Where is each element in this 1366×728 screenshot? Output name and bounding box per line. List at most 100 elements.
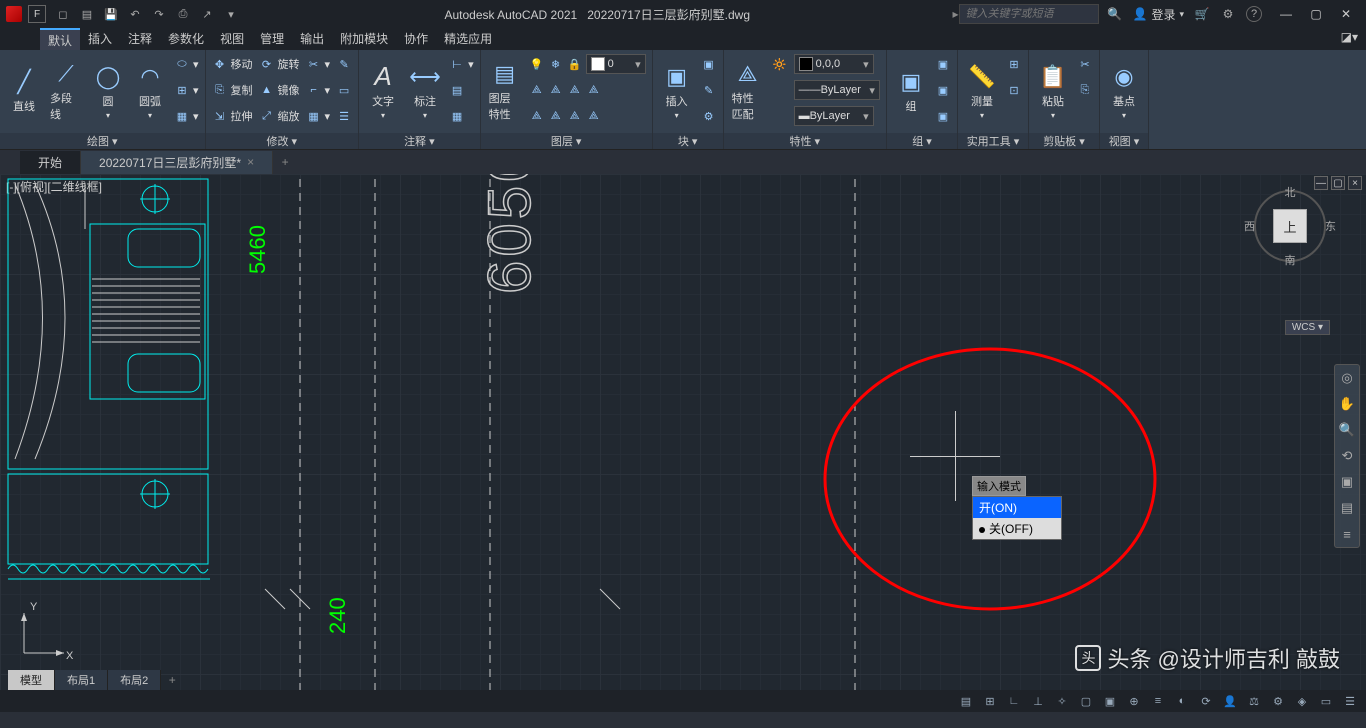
measure-button[interactable]: 📏测量▾ bbox=[962, 52, 1002, 130]
annot-misc[interactable]: ▦ bbox=[447, 104, 476, 128]
draw-misc[interactable]: ⬭▾ bbox=[172, 52, 201, 76]
close-button[interactable]: ✕ bbox=[1332, 4, 1360, 24]
annot-misc[interactable]: ▤ bbox=[447, 78, 476, 102]
layer-lock-icon[interactable]: 🔒 bbox=[567, 56, 583, 72]
layer-on-icon[interactable]: 💡 bbox=[529, 56, 545, 72]
status-ortho-icon[interactable]: ⊥ bbox=[1028, 692, 1048, 710]
status-dyn-icon[interactable]: ⊕ bbox=[1124, 692, 1144, 710]
move-button[interactable]: ✥移动 bbox=[210, 52, 255, 76]
util-misc[interactable]: ⊡ bbox=[1004, 78, 1024, 102]
paste-button[interactable]: 📋粘贴▾ bbox=[1033, 52, 1073, 130]
circle-button[interactable]: ◯圆▾ bbox=[88, 52, 128, 130]
status-anno-icon[interactable]: 👤 bbox=[1220, 692, 1240, 710]
qat-item[interactable]: ↶ bbox=[124, 4, 146, 24]
viewcube-top[interactable]: 上 bbox=[1273, 209, 1307, 243]
minimize-button[interactable]: — bbox=[1272, 4, 1300, 24]
lineweight-combo[interactable]: ▬ ByLayer bbox=[794, 106, 874, 126]
status-scale-icon[interactable]: ⚖ bbox=[1244, 692, 1264, 710]
qat-item[interactable]: ⎙ bbox=[172, 4, 194, 24]
array-button[interactable]: ▦▾ bbox=[304, 104, 333, 128]
apps-icon[interactable]: ⚙ bbox=[1220, 6, 1236, 22]
match-props-button[interactable]: ⟁特性 匹配 bbox=[728, 52, 768, 130]
layer-tools[interactable]: ⟁⟁⟁⟁ bbox=[527, 104, 648, 128]
viewcube[interactable]: 北 南 东 西 上 bbox=[1250, 186, 1330, 266]
dimension-button[interactable]: ⟷标注▾ bbox=[405, 52, 445, 130]
help-icon[interactable]: ? bbox=[1246, 6, 1262, 22]
ribbon-collapse-icon[interactable]: ◪▾ bbox=[1333, 28, 1366, 50]
layer-properties-button[interactable]: ▤图层 特性 bbox=[485, 52, 525, 130]
nav-misc-icon[interactable]: ▤ bbox=[1335, 495, 1359, 521]
nav-zoom-icon[interactable]: 🔍 bbox=[1335, 417, 1359, 443]
status-ws-icon[interactable]: ⚙ bbox=[1268, 692, 1288, 710]
ribbon-tab-featured[interactable]: 精选应用 bbox=[436, 28, 500, 50]
nav-pan-icon[interactable]: ✋ bbox=[1335, 391, 1359, 417]
layer-tools[interactable]: ⟁⟁⟁⟁ bbox=[527, 78, 648, 102]
copy-button[interactable]: ⎘复制 bbox=[210, 78, 255, 102]
util-misc[interactable]: ⊞ bbox=[1004, 52, 1024, 76]
ribbon-tab-output[interactable]: 输出 bbox=[292, 28, 332, 50]
ribbon-tab-annotate[interactable]: 注释 bbox=[120, 28, 160, 50]
viewcube-w[interactable]: 西 bbox=[1244, 218, 1255, 234]
option-on[interactable]: 开(ON) bbox=[973, 497, 1061, 518]
layout-tab-1[interactable]: 布局1 bbox=[55, 670, 108, 690]
rotate-button[interactable]: ⟳旋转 bbox=[257, 52, 302, 76]
nav-wheel-icon[interactable]: ◎ bbox=[1335, 365, 1359, 391]
status-osnap-icon[interactable]: ▢ bbox=[1076, 692, 1096, 710]
layout-tab-model[interactable]: 模型 bbox=[8, 670, 55, 690]
file-menu-icon[interactable]: F bbox=[28, 5, 46, 23]
trim-button[interactable]: ✂▾ bbox=[304, 52, 333, 76]
search-input[interactable] bbox=[959, 4, 1099, 24]
option-listbox[interactable]: 开(ON) 关(OFF) bbox=[972, 496, 1062, 540]
clip-misc[interactable]: ⎘ bbox=[1075, 78, 1095, 102]
group-button[interactable]: ▣组 bbox=[891, 52, 931, 130]
clip-misc[interactable]: ✂ bbox=[1075, 52, 1095, 76]
ribbon-tab-addins[interactable]: 附加模块 bbox=[332, 28, 396, 50]
add-tab-button[interactable]: + bbox=[273, 152, 297, 172]
line-button[interactable]: ╱直线 bbox=[4, 52, 44, 130]
drawing-area[interactable]: [-][俯视][二维线框] — ▢ × 5460 240 bbox=[0, 174, 1366, 690]
search-icon[interactable]: 🔍 bbox=[1107, 6, 1123, 22]
status-polar-icon[interactable]: ✧ bbox=[1052, 692, 1072, 710]
layout-tab-2[interactable]: 布局2 bbox=[108, 670, 161, 690]
draw-misc[interactable]: ⊞▾ bbox=[172, 78, 201, 102]
maximize-button[interactable]: ▢ bbox=[1302, 4, 1330, 24]
stretch-button[interactable]: ⇲拉伸 bbox=[210, 104, 255, 128]
qat-item[interactable]: ↷ bbox=[148, 4, 170, 24]
group-misc[interactable]: ▣ bbox=[933, 78, 953, 102]
status-lw-icon[interactable]: ≡ bbox=[1148, 692, 1168, 710]
linetype-combo[interactable]: —— ByLayer bbox=[794, 80, 880, 100]
nav-collapse-icon[interactable]: ≡ bbox=[1335, 521, 1359, 547]
qat-item[interactable]: ↗ bbox=[196, 4, 218, 24]
polyline-button[interactable]: ⟋多段线 bbox=[46, 52, 86, 130]
close-tab-icon[interactable]: × bbox=[247, 155, 254, 169]
viewcube-e[interactable]: 东 bbox=[1325, 218, 1336, 234]
status-model-icon[interactable]: ▤ bbox=[956, 692, 976, 710]
status-clean-icon[interactable]: ▭ bbox=[1316, 692, 1336, 710]
status-trans-icon[interactable]: ◐ bbox=[1172, 692, 1192, 710]
add-layout-button[interactable]: + bbox=[161, 670, 183, 690]
nav-misc-icon[interactable]: ▣ bbox=[1335, 469, 1359, 495]
block-misc[interactable]: ✎ bbox=[699, 78, 719, 102]
basepoint-button[interactable]: ◉基点▾ bbox=[1104, 52, 1144, 130]
qat-item[interactable]: ◻ bbox=[52, 4, 74, 24]
login-button[interactable]: 👤登录▾ bbox=[1133, 6, 1185, 23]
file-tab-start[interactable]: 开始 bbox=[20, 151, 81, 174]
modify-misc[interactable]: ▭ bbox=[334, 78, 354, 102]
qat-item[interactable]: 💾 bbox=[100, 4, 122, 24]
scale-button[interactable]: ⤢缩放 bbox=[257, 104, 302, 128]
file-tab-drawing[interactable]: 20220717日三层彭府别墅*× bbox=[81, 151, 273, 174]
modify-misc[interactable]: ☰ bbox=[334, 104, 354, 128]
annot-misc[interactable]: ⊢▾ bbox=[447, 52, 476, 76]
option-off[interactable]: 关(OFF) bbox=[973, 518, 1061, 539]
ribbon-tab-collab[interactable]: 协作 bbox=[396, 28, 436, 50]
extra-props-icon[interactable]: 🔆 bbox=[770, 52, 790, 76]
insert-block-button[interactable]: ▣插入▾ bbox=[657, 52, 697, 130]
ribbon-tab-manage[interactable]: 管理 bbox=[252, 28, 292, 50]
nav-orbit-icon[interactable]: ⟲ bbox=[1335, 443, 1359, 469]
status-3dosnap-icon[interactable]: ▣ bbox=[1100, 692, 1120, 710]
block-misc[interactable]: ⚙ bbox=[699, 104, 719, 128]
mirror-button[interactable]: ▲镜像 bbox=[257, 78, 302, 102]
status-cycle-icon[interactable]: ⟳ bbox=[1196, 692, 1216, 710]
block-misc[interactable]: ▣ bbox=[699, 52, 719, 76]
ucs-icon[interactable]: Y X bbox=[14, 603, 74, 666]
